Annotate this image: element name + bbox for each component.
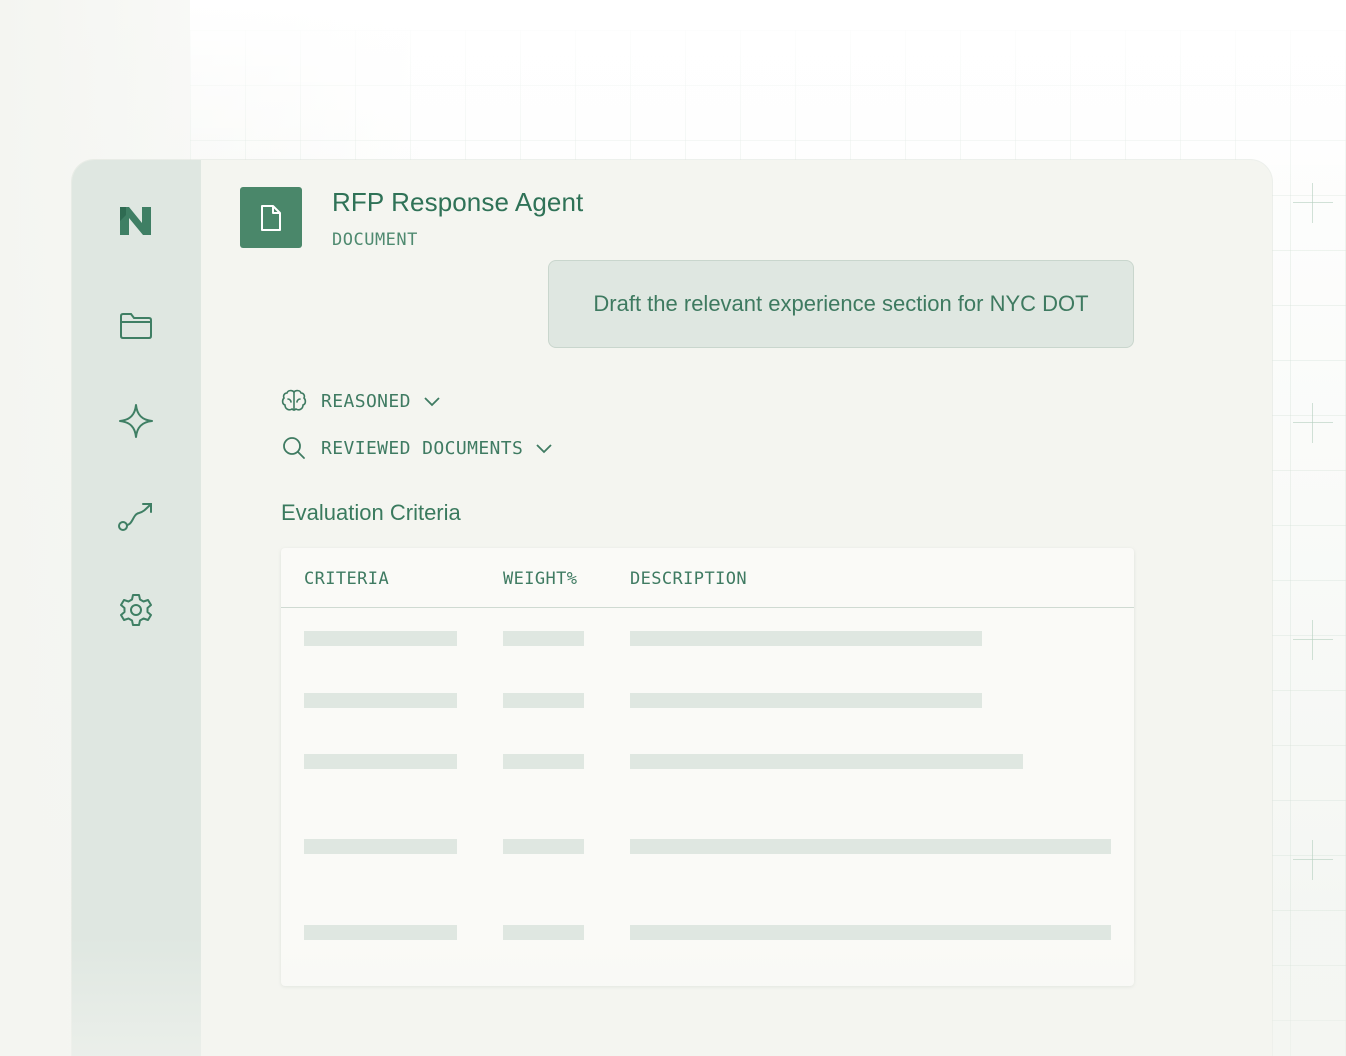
column-header-description[interactable]: DESCRIPTION [630, 569, 747, 589]
loading-placeholder [304, 693, 457, 708]
column-header-criteria[interactable]: CRITERIA [304, 569, 389, 589]
grid-plus-mark [1293, 620, 1333, 660]
loading-placeholder [304, 925, 457, 940]
page-subtitle: DOCUMENT [332, 230, 418, 250]
loading-placeholder [630, 839, 1111, 854]
loading-placeholder [503, 754, 584, 769]
document-icon [240, 187, 302, 248]
app-window: RFP Response Agent DOCUMENT Draft the re… [72, 160, 1272, 1056]
table-header: CRITERIA WEIGHT% DESCRIPTION [281, 548, 1134, 608]
loading-placeholder [630, 693, 982, 708]
loading-placeholder [503, 693, 584, 708]
page-title: RFP Response Agent [332, 187, 584, 217]
criteria-table: CRITERIA WEIGHT% DESCRIPTION [281, 548, 1134, 986]
step-label: REVIEWED DOCUMENTS [321, 437, 524, 459]
logo-n-icon[interactable] [116, 200, 156, 240]
loading-placeholder [304, 839, 457, 854]
loading-placeholder [630, 925, 1111, 940]
loading-placeholder [304, 631, 457, 646]
loading-placeholder [304, 754, 457, 769]
step-reviewed-documents[interactable]: REVIEWED DOCUMENTS [281, 435, 553, 461]
loading-placeholder [630, 631, 982, 646]
loading-placeholder [503, 631, 584, 646]
grid-plus-mark [1293, 183, 1333, 223]
step-reasoned[interactable]: REASONED [281, 388, 441, 414]
section-title: Evaluation Criteria [281, 500, 461, 525]
brain-icon [281, 388, 307, 414]
main-panel: RFP Response Agent DOCUMENT Draft the re… [201, 160, 1272, 1056]
background: RFP Response Agent DOCUMENT Draft the re… [0, 0, 1346, 1056]
sparkle-icon[interactable] [116, 401, 156, 441]
chevron-down-icon [535, 442, 553, 454]
grid-plus-mark [1293, 403, 1333, 443]
grid-plus-mark [1293, 840, 1333, 880]
step-label: REASONED [321, 390, 411, 412]
user-prompt-text: Draft the relevant experience section fo… [593, 291, 1089, 316]
loading-placeholder [503, 925, 584, 940]
workflow-icon[interactable] [116, 496, 156, 536]
folder-icon[interactable] [116, 306, 156, 346]
loading-placeholder [503, 839, 584, 854]
user-prompt-bubble: Draft the relevant experience section fo… [548, 260, 1134, 348]
column-header-weight[interactable]: WEIGHT% [503, 569, 577, 589]
loading-placeholder [630, 754, 1023, 769]
chevron-down-icon [423, 395, 441, 407]
sidebar [72, 160, 201, 1056]
search-icon [281, 435, 307, 461]
gear-icon[interactable] [116, 590, 156, 630]
